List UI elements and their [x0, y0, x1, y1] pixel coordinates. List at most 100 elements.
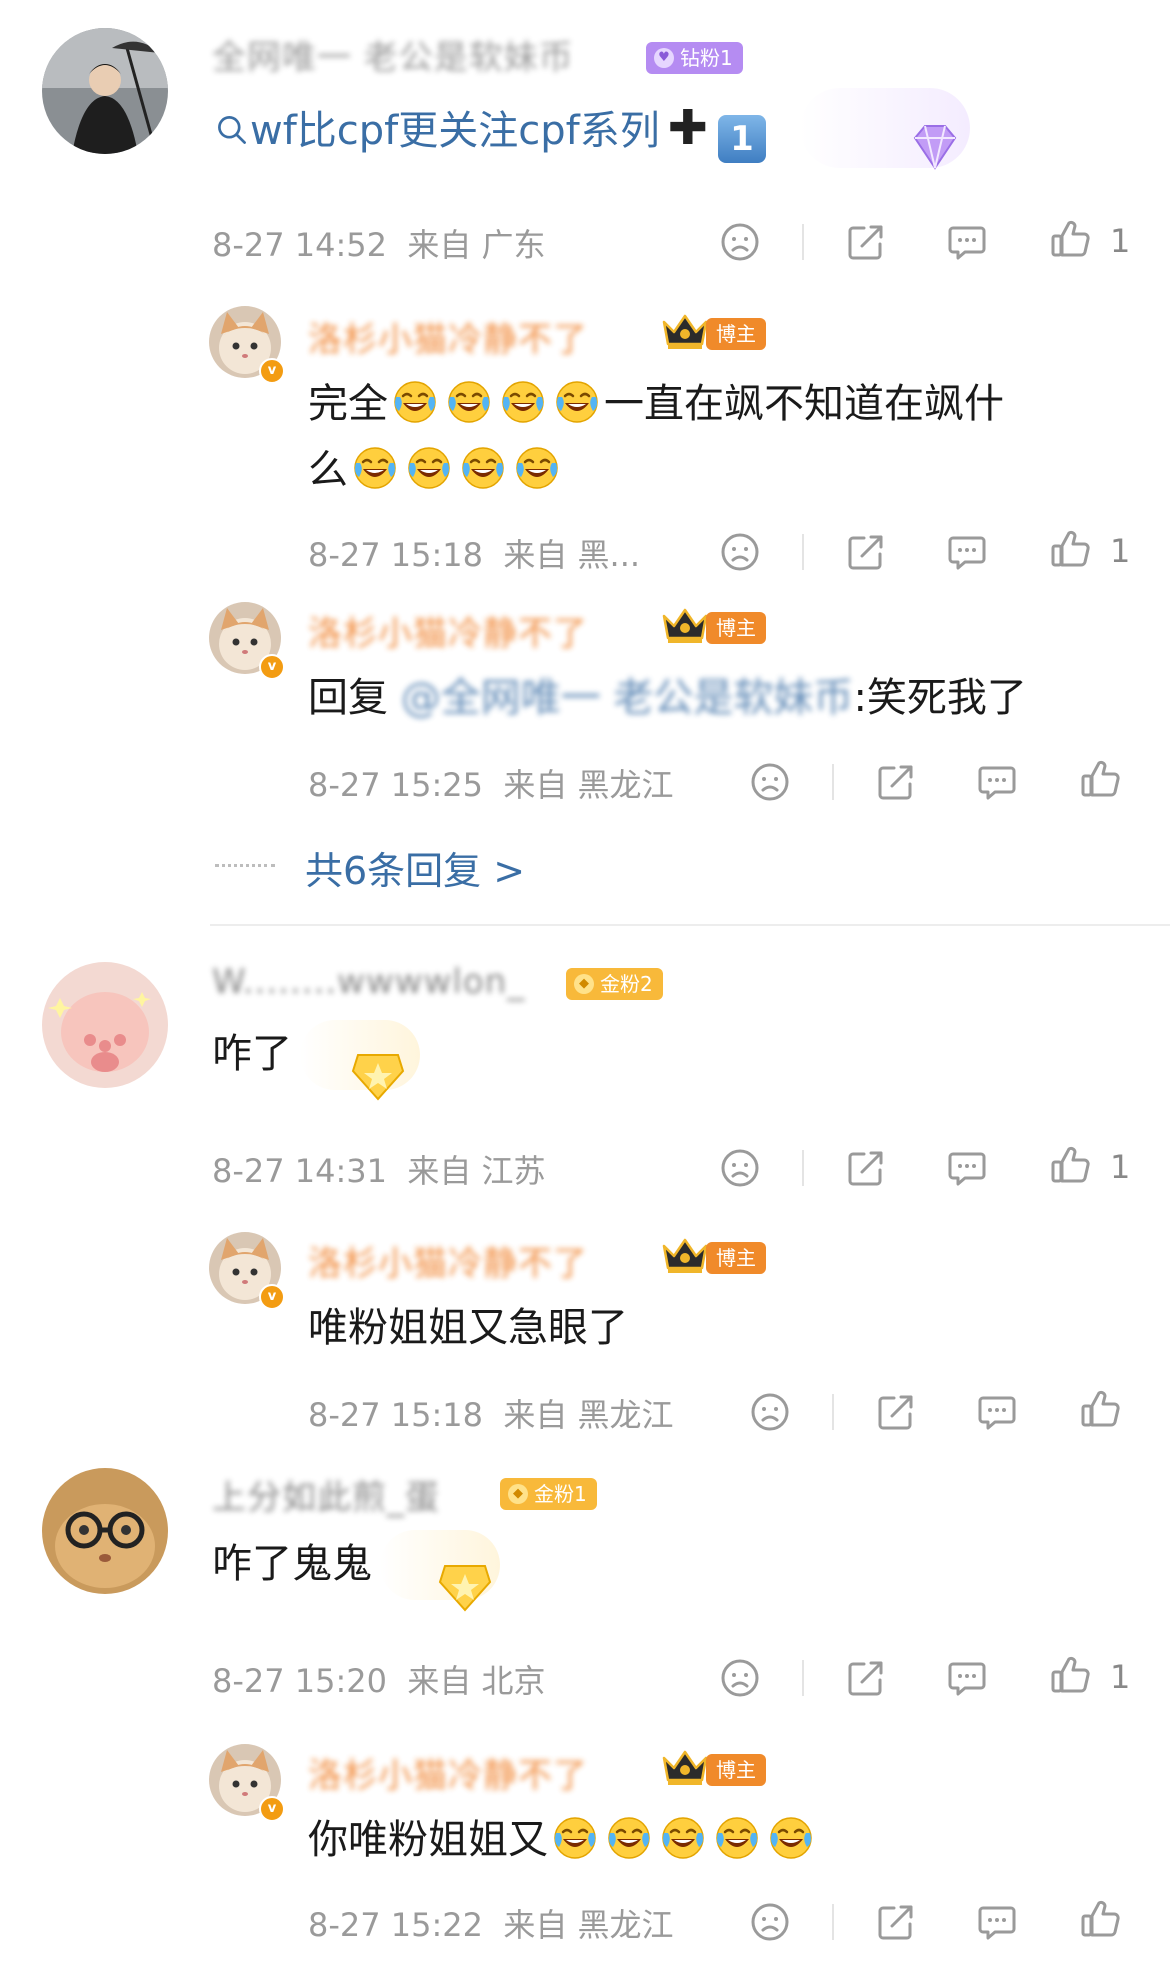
comment-meta: 8-27 14:31 来自 江苏	[212, 1152, 546, 1190]
comment-meta: 8-27 15:25 来自 黑龙江	[308, 766, 674, 804]
comment-icon[interactable]	[945, 530, 989, 574]
username[interactable]: 洛杉小猫冷静不了	[308, 1236, 588, 1285]
comment-text: 回复 @全网唯一 老公是软妹币:笑死我了	[308, 675, 1027, 721]
blogger-badge: 博主	[706, 318, 766, 350]
like-icon[interactable]	[1048, 1654, 1092, 1698]
like-icon[interactable]	[1048, 1144, 1092, 1188]
dislike-icon[interactable]	[718, 530, 762, 574]
laugh-emoji-icon	[606, 1815, 652, 1861]
username[interactable]: W........wwwwlon_	[212, 962, 525, 1002]
gold-fan-icon: ◆	[508, 1484, 528, 1504]
like-icon[interactable]	[1078, 758, 1122, 802]
share-icon[interactable]	[874, 760, 918, 804]
like-icon[interactable]	[1078, 1388, 1122, 1432]
share-icon[interactable]	[844, 530, 888, 574]
divider	[802, 1150, 804, 1186]
dots-separator	[215, 864, 275, 867]
verified-icon: v	[259, 654, 285, 680]
dislike-icon[interactable]	[718, 1146, 762, 1190]
crown-icon	[660, 606, 710, 646]
laugh-emoji-icon	[660, 1815, 706, 1861]
comment-icon[interactable]	[975, 1390, 1019, 1434]
dislike-icon[interactable]	[748, 1390, 792, 1434]
comment-meta: 8-27 14:52 来自 广东	[212, 226, 546, 264]
like-count: 1	[1110, 1148, 1131, 1186]
share-icon[interactable]	[844, 220, 888, 264]
share-icon[interactable]	[844, 1146, 888, 1190]
comment-meta: 8-27 15:18 来自 黑龙江	[308, 1396, 674, 1434]
plus-icon: ✚	[667, 100, 708, 156]
share-icon[interactable]	[874, 1900, 918, 1944]
dislike-icon[interactable]	[718, 220, 762, 264]
comment-meta: 8-27 15:22 来自 黑龙江	[308, 1906, 674, 1944]
comment-text: 咋了鬼鬼	[212, 1541, 372, 1587]
username[interactable]: 上分如此煎_蛋	[212, 1470, 440, 1519]
laugh-emoji-icon	[406, 445, 452, 491]
verified-icon: v	[259, 358, 285, 384]
like-count: 1	[1110, 1658, 1131, 1696]
comment-text: 完全 一直在飒不知道在飒什	[308, 379, 1004, 427]
verified-icon: v	[259, 1796, 285, 1822]
verified-icon: v	[259, 1284, 285, 1310]
avatar[interactable]	[42, 1468, 168, 1594]
diamond-icon: ♥	[654, 48, 674, 68]
search-link[interactable]: wf比cpf更关注cpf系列	[250, 108, 660, 154]
like-icon[interactable]	[1048, 218, 1092, 262]
username[interactable]: 洛杉小猫冷静不了	[308, 312, 588, 361]
laugh-emoji-icon	[714, 1815, 760, 1861]
like-icon[interactable]	[1048, 528, 1092, 572]
crown-icon	[660, 1236, 710, 1276]
laugh-emoji-icon	[392, 379, 438, 425]
laugh-emoji-icon	[768, 1815, 814, 1861]
divider	[802, 224, 804, 260]
gold-shield-icon	[432, 1556, 498, 1616]
blogger-badge: 博主	[706, 1242, 766, 1274]
search-icon[interactable]	[214, 112, 250, 148]
divider	[832, 764, 834, 800]
laugh-emoji-icon	[500, 379, 546, 425]
diamond-gem-icon	[905, 118, 965, 178]
comment-text-continued: 么	[308, 440, 564, 500]
more-replies-link[interactable]: 共6条回复 >	[305, 840, 525, 895]
avatar[interactable]	[42, 962, 168, 1088]
laugh-emoji-icon	[446, 379, 492, 425]
laugh-emoji-icon	[554, 379, 600, 425]
dislike-icon[interactable]	[718, 1656, 762, 1700]
comment-text: 你唯粉姐姐又	[308, 1810, 818, 1870]
comment-icon[interactable]	[945, 1146, 989, 1190]
number-badge: 1	[717, 115, 766, 163]
blogger-badge: 博主	[706, 612, 766, 644]
laugh-emoji-icon	[352, 445, 398, 491]
comment-icon[interactable]	[975, 760, 1019, 804]
section-divider	[210, 924, 1170, 926]
avatar[interactable]	[42, 28, 168, 154]
laugh-emoji-icon	[552, 1815, 598, 1861]
crown-icon	[660, 1748, 710, 1788]
divider	[802, 534, 804, 570]
divider	[832, 1904, 834, 1940]
blogger-badge: 博主	[706, 1754, 766, 1786]
comment-icon[interactable]	[945, 1656, 989, 1700]
comment-text: 唯粉姐姐又急眼了	[308, 1305, 628, 1351]
mention-link[interactable]: @全网唯一 老公是软妹币	[401, 675, 854, 721]
comment-meta: 8-27 15:20 来自 北京	[212, 1662, 546, 1700]
username[interactable]: 洛杉小猫冷静不了	[308, 1748, 588, 1797]
divider	[802, 1660, 804, 1696]
crown-icon	[660, 312, 710, 352]
dislike-icon[interactable]	[748, 1900, 792, 1944]
username[interactable]: 洛杉小猫冷静不了	[308, 606, 588, 655]
share-icon[interactable]	[844, 1656, 888, 1700]
laugh-emoji-icon	[514, 445, 560, 491]
comment-text: wf比cpf更关注cpf系列 ✚ 1	[214, 98, 766, 163]
fan-badge[interactable]: ♥ 钻粉1	[646, 42, 743, 74]
comment-text: 咋了	[212, 1031, 292, 1077]
fan-badge[interactable]: ◆ 金粉2	[566, 968, 663, 1000]
comment-icon[interactable]	[945, 220, 989, 264]
dislike-icon[interactable]	[748, 760, 792, 804]
like-count: 1	[1110, 222, 1131, 260]
fan-badge[interactable]: ◆ 金粉1	[500, 1478, 597, 1510]
share-icon[interactable]	[874, 1390, 918, 1434]
username[interactable]: 全网唯一 老公是软妹币	[212, 30, 574, 79]
like-icon[interactable]	[1078, 1898, 1122, 1942]
comment-icon[interactable]	[975, 1900, 1019, 1944]
